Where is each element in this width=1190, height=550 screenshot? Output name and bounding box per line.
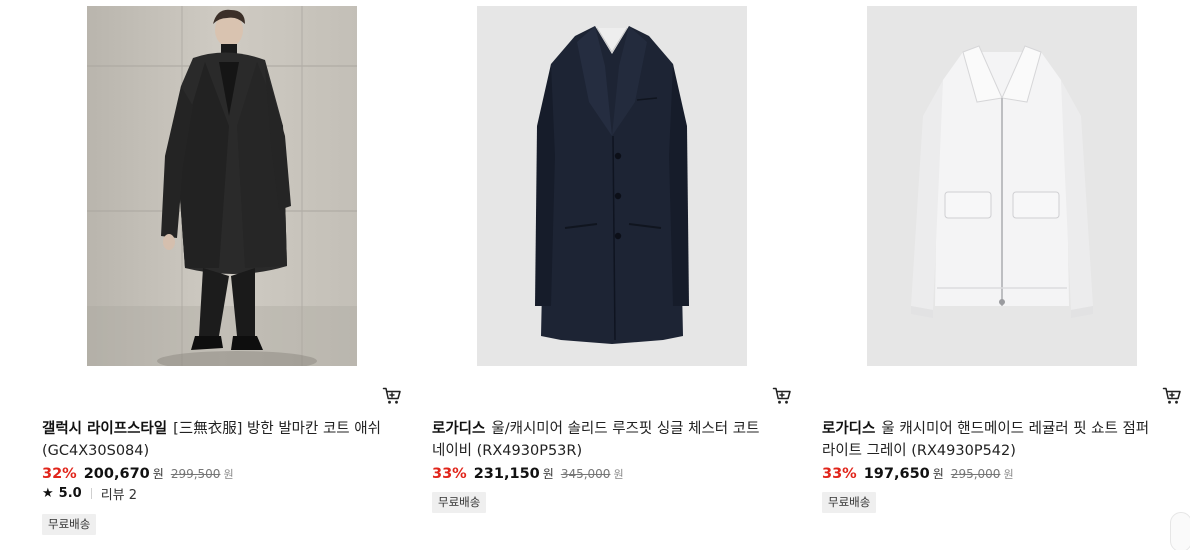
product-card[interactable]: 갤럭시 라이프스타일 [三無衣服] 방한 발마칸 코트 애쉬 (GC4X30S08… bbox=[42, 0, 402, 550]
add-to-cart-button[interactable] bbox=[1162, 386, 1182, 406]
brand-name: 로가디스 bbox=[432, 421, 486, 437]
cart-icon bbox=[382, 387, 401, 404]
original-price: 299,500 bbox=[170, 467, 221, 481]
discount-rate: 33% bbox=[432, 466, 467, 482]
product-image[interactable] bbox=[87, 6, 357, 366]
navy-coat-photo bbox=[477, 6, 747, 366]
product-card[interactable]: 로가디스 울 캐시미어 핸드메이드 레귤러 핏 쇼트 점퍼 라이트 그레이 (RX… bbox=[822, 0, 1190, 550]
discount-rate: 33% bbox=[822, 466, 857, 482]
price-row: 32% 200,670 원 299,500 원 bbox=[42, 465, 234, 485]
sale-price: 200,670 bbox=[83, 466, 150, 482]
add-to-cart-button[interactable] bbox=[772, 386, 792, 406]
star-icon: ★ bbox=[42, 485, 54, 501]
free-shipping-badge: 무료배송 bbox=[822, 492, 877, 513]
discount-rate: 32% bbox=[42, 466, 77, 482]
product-grid: 갤럭시 라이프스타일 [三無衣服] 방한 발마칸 코트 애쉬 (GC4X30S08… bbox=[0, 0, 1190, 550]
currency-unit: 원 bbox=[542, 467, 554, 481]
free-shipping-badge: 무료배송 bbox=[42, 514, 97, 535]
sale-price: 231,150 bbox=[473, 466, 540, 482]
original-currency-unit: 원 bbox=[1003, 468, 1014, 481]
product-image[interactable] bbox=[477, 6, 747, 366]
original-currency-unit: 원 bbox=[613, 468, 624, 481]
product-card[interactable]: 로가디스 울/캐시미어 솔리드 루즈핏 싱글 체스터 코트 네이비 (RX4930… bbox=[432, 0, 792, 550]
original-price: 345,000 bbox=[560, 467, 611, 481]
divider bbox=[90, 487, 92, 499]
cart-icon bbox=[1162, 387, 1181, 404]
original-currency-unit: 원 bbox=[223, 468, 234, 481]
free-shipping-badge: 무료배송 bbox=[432, 492, 487, 513]
price-row: 33% 231,150 원 345,000 원 bbox=[432, 465, 624, 485]
sale-price: 197,650 bbox=[863, 466, 930, 482]
brand-name: 갤럭시 라이프스타일 bbox=[42, 421, 168, 437]
price-row: 33% 197,650 원 295,000 원 bbox=[822, 465, 1014, 485]
cart-icon bbox=[772, 387, 791, 404]
brand-name: 로가디스 bbox=[822, 421, 876, 437]
product-title[interactable]: 로가디스 울 캐시미어 핸드메이드 레귤러 핏 쇼트 점퍼 라이트 그레이 (RX… bbox=[822, 418, 1182, 462]
product-image[interactable] bbox=[867, 6, 1137, 366]
product-title[interactable]: 갤럭시 라이프스타일 [三無衣服] 방한 발마칸 코트 애쉬 (GC4X30S08… bbox=[42, 418, 402, 462]
original-price: 295,000 bbox=[950, 467, 1001, 481]
rating-score: 5.0 bbox=[58, 485, 82, 501]
floating-scroll-button[interactable] bbox=[1170, 512, 1190, 550]
review-count[interactable]: 리뷰 2 bbox=[101, 484, 137, 503]
rating-row: ★ 5.0 리뷰 2 bbox=[42, 484, 137, 503]
product-title[interactable]: 로가디스 울/캐시미어 솔리드 루즈핏 싱글 체스터 코트 네이비 (RX4930… bbox=[432, 418, 792, 462]
grey-jacket-photo bbox=[867, 6, 1137, 366]
currency-unit: 원 bbox=[932, 467, 944, 481]
model-coat-photo bbox=[87, 6, 357, 366]
add-to-cart-button[interactable] bbox=[382, 386, 402, 406]
currency-unit: 원 bbox=[152, 467, 164, 481]
